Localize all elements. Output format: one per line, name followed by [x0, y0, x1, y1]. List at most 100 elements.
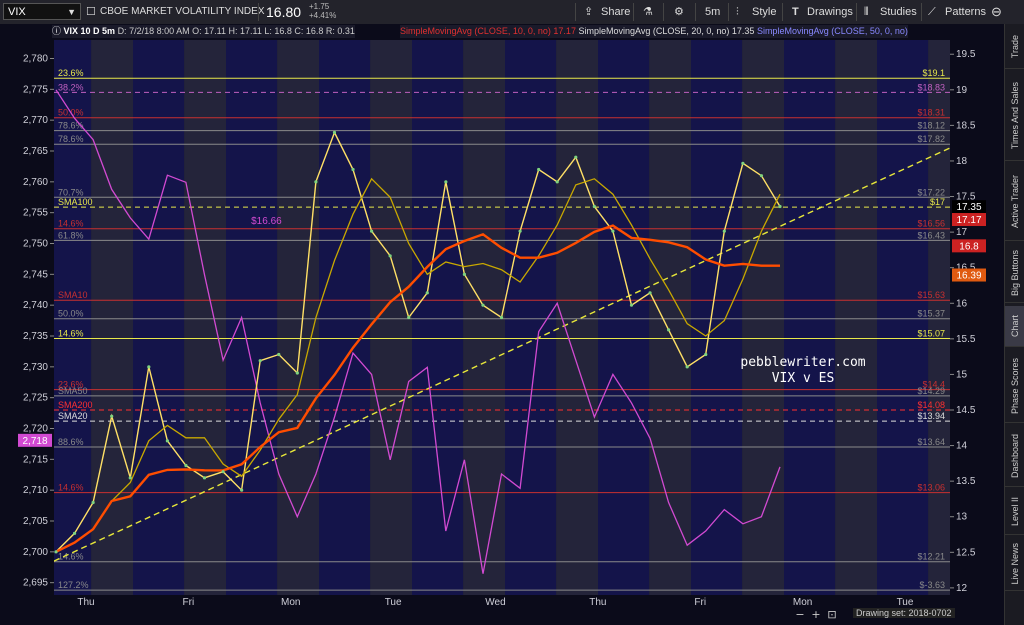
- symbol-text: VIX: [8, 6, 26, 18]
- info-icon[interactable]: ⓘ: [52, 26, 64, 36]
- left-price-tag-label: 2,718: [22, 436, 47, 447]
- toolbar: VIX ▼ ☐ CBOE MARKET VOLATILITY INDEX 16.8…: [0, 0, 1024, 25]
- data-point: [72, 531, 77, 535]
- share-icon[interactable]: ⇪: [584, 0, 593, 24]
- data-point: [555, 180, 559, 184]
- drawings-button[interactable]: Drawings: [807, 0, 853, 24]
- data-point: [499, 315, 504, 320]
- studies-icon[interactable]: ⫴: [864, 0, 869, 24]
- level-left-label: 38.2%: [58, 82, 84, 92]
- divider: [728, 3, 729, 21]
- level-left-label: SMA200: [58, 400, 93, 410]
- session-band: [835, 40, 877, 595]
- level-right-label: $13.94: [917, 411, 945, 421]
- sidebar-tab[interactable]: Active Trader: [1005, 164, 1024, 241]
- data-point: [462, 272, 467, 276]
- change-abs: +1.75: [309, 2, 330, 11]
- data-point: [91, 500, 95, 505]
- left-tick-label: 2,705: [23, 516, 48, 527]
- right-tick-label: 18.5: [956, 120, 976, 131]
- sidebar-tab[interactable]: Trade: [1005, 26, 1024, 69]
- level-left-label: SMA100: [58, 197, 93, 207]
- level-right-label: $16.56: [917, 219, 945, 229]
- data-point: [648, 291, 652, 295]
- sidebar-tab[interactable]: Big Buttons: [1005, 244, 1024, 303]
- right-sidebar: Trade Times And Sales Active Trader Big But…: [1004, 24, 1024, 625]
- sidebar-tab-label: Level II: [1010, 497, 1020, 527]
- right-price-tag-label: 16.8: [959, 241, 979, 252]
- change-pct: +4.41%: [309, 11, 337, 20]
- style-icon[interactable]: ⫶: [736, 0, 739, 24]
- gear-icon[interactable]: ⚙: [674, 0, 684, 24]
- level-right-label: $15.07: [917, 328, 945, 338]
- watermark-text: VIX v ES: [772, 371, 835, 386]
- right-price-tag-label: 17.35: [956, 202, 981, 213]
- sma50-legend[interactable]: SimpleMovingAvg (CLOSE, 50, 0, no): [757, 26, 908, 36]
- data-point: [277, 352, 281, 357]
- patterns-icon[interactable]: ⟋: [928, 0, 936, 24]
- data-point: [778, 204, 782, 209]
- level-right-label: $15.37: [917, 309, 945, 319]
- sidebar-tab[interactable]: Dashboard: [1005, 426, 1024, 487]
- left-tick-label: 2,770: [23, 115, 48, 126]
- x-tick-label: Thu: [77, 597, 94, 608]
- zoom-control-icon[interactable]: +: [811, 608, 820, 621]
- text-tool-icon[interactable]: T: [792, 0, 799, 24]
- sidebar-tab-label: Live News: [1010, 543, 1020, 585]
- sidebar-tab[interactable]: Times And Sales: [1005, 72, 1024, 161]
- zoom-control-icon[interactable]: ⊡: [827, 608, 836, 621]
- studies-button[interactable]: Studies: [880, 0, 917, 24]
- chevron-down-icon[interactable]: ▼: [67, 4, 76, 21]
- left-tick-label: 2,745: [23, 269, 48, 280]
- left-tick-label: 2,720: [23, 424, 48, 435]
- share-button[interactable]: Share: [601, 0, 630, 24]
- flask-icon[interactable]: ⚗: [643, 0, 653, 24]
- data-point: [240, 488, 244, 492]
- divider: [258, 3, 259, 21]
- data-point: [165, 439, 169, 443]
- timeframe-button[interactable]: 5m: [705, 0, 720, 24]
- data-point: [258, 359, 262, 363]
- left-tick-label: 2,710: [23, 485, 48, 496]
- data-point: [147, 365, 151, 369]
- level-right-label: $19.1: [922, 68, 945, 78]
- data-point: [221, 470, 225, 474]
- left-tick-label: 2,750: [23, 239, 48, 250]
- data-point: [202, 476, 207, 480]
- data-point: [351, 167, 355, 172]
- sidebar-tab-label: Chart: [1010, 314, 1020, 337]
- sidebar-tab[interactable]: Chart: [1005, 306, 1024, 347]
- sma20-legend[interactable]: SimpleMovingAvg (CLOSE, 20, 0, no): [578, 26, 729, 36]
- chart-area[interactable]: 23.6% $19.1 38.2% $18.83 50.0% $18.31 78.6% $18…: [0, 24, 1004, 625]
- data-point: [537, 167, 541, 172]
- level-left-label: 50.0%: [58, 309, 84, 319]
- study-legend: SimpleMovingAvg (CLOSE, 10, 0, no) 17.17…: [400, 25, 908, 38]
- data-point: [518, 229, 522, 233]
- level-right-label: $18.83: [917, 82, 945, 92]
- close-icon[interactable]: ⊖: [991, 0, 1002, 24]
- annotation-label: $16.66: [251, 216, 282, 227]
- left-tick-label: 2,730: [23, 362, 48, 373]
- sidebar-tab[interactable]: Phase Scores: [1005, 350, 1024, 423]
- level-right-label: $18.31: [917, 108, 945, 118]
- session-band: [319, 40, 371, 595]
- zoom-control-icon[interactable]: −: [795, 608, 804, 621]
- sidebar-tab[interactable]: Live News: [1005, 538, 1024, 591]
- symbol-selector[interactable]: VIX ▼: [3, 3, 81, 20]
- session-band: [133, 40, 185, 595]
- left-tick-label: 2,715: [23, 454, 48, 465]
- lock-icon[interactable]: ☐: [86, 0, 96, 24]
- left-tick-label: 2,740: [23, 300, 48, 311]
- sidebar-tab[interactable]: Level II: [1005, 490, 1024, 535]
- patterns-button[interactable]: Patterns: [945, 0, 986, 24]
- level-left-label: 78.6%: [58, 134, 84, 144]
- data-point: [54, 550, 58, 554]
- sma10-legend[interactable]: SimpleMovingAvg (CLOSE, 10, 0, no): [400, 26, 551, 36]
- level-right-label: $14.29: [917, 386, 945, 396]
- level-right-label: $15.63: [917, 290, 945, 300]
- level-left-label: SMA50: [58, 386, 88, 396]
- left-tick-label: 2,755: [23, 208, 48, 219]
- right-tick-label: 15: [956, 369, 968, 380]
- style-button[interactable]: Style: [752, 0, 776, 24]
- level-left-label: 127.2%: [58, 580, 89, 590]
